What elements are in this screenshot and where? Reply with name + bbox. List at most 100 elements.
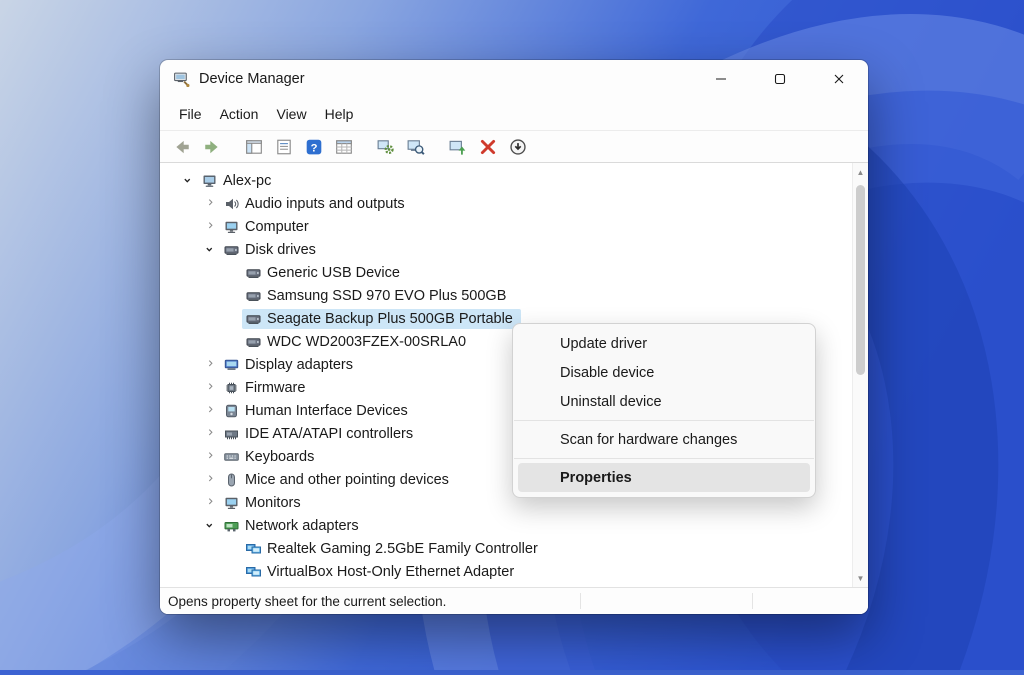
audio-icon xyxy=(223,196,240,212)
monitor-icon xyxy=(223,219,240,235)
context-menu-separator xyxy=(514,420,814,421)
tree-item-label: WDC WD2003FZEX-00SRLA0 xyxy=(267,334,466,350)
tree-row[interactable]: Generic USB Device xyxy=(160,261,853,284)
tree-item[interactable]: Generic USB Device xyxy=(242,263,408,283)
tree-item[interactable]: Realtek Gaming 2.5GbE Family Controller xyxy=(242,539,546,559)
context-menu-item-disable-device[interactable]: Disable device xyxy=(518,358,810,387)
tree-row[interactable]: Realtek Gaming 2.5GbE Family Controller xyxy=(160,537,853,560)
chevron-down-icon[interactable] xyxy=(200,516,220,536)
tree-row[interactable]: VirtualBox Host-Only Ethernet Adapter xyxy=(160,560,853,583)
chevron-placeholder xyxy=(222,309,242,329)
chevron-right-icon[interactable] xyxy=(200,401,220,421)
tree-item[interactable]: Seagate Backup Plus 500GB Portable xyxy=(242,309,521,329)
maximize-button[interactable] xyxy=(750,60,809,98)
tree-item[interactable]: Mice and other pointing devices xyxy=(220,470,457,490)
chevron-right-icon[interactable] xyxy=(200,447,220,467)
menu-action[interactable]: Action xyxy=(211,102,268,126)
disable-button[interactable] xyxy=(504,134,531,159)
tree-row[interactable]: Computer xyxy=(160,215,853,238)
chevron-placeholder xyxy=(222,539,242,559)
properties-button[interactable] xyxy=(270,134,297,159)
network-icon xyxy=(223,518,240,534)
status-bar: Opens property sheet for the current sel… xyxy=(160,587,868,614)
disk-icon xyxy=(223,242,240,258)
tree-row[interactable]: Audio inputs and outputs xyxy=(160,192,853,215)
scrollbar-thumb[interactable] xyxy=(856,185,865,375)
tree-item[interactable]: Human Interface Devices xyxy=(220,401,416,421)
minimize-button[interactable] xyxy=(691,60,750,98)
menu-file[interactable]: File xyxy=(170,102,211,126)
statusbar-divider xyxy=(580,593,581,609)
tree-item[interactable]: Computer xyxy=(220,217,317,237)
tree-item-label: Samsung SSD 970 EVO Plus 500GB xyxy=(267,288,506,304)
uninstall-button[interactable] xyxy=(474,134,501,159)
back-button[interactable] xyxy=(168,134,195,159)
tree-item[interactable]: Audio inputs and outputs xyxy=(220,194,413,214)
tree-row[interactable]: Alex-pc xyxy=(160,169,853,192)
menu-bar: FileActionViewHelp xyxy=(160,98,868,131)
close-button[interactable] xyxy=(809,60,868,98)
ide-icon xyxy=(223,426,240,442)
update-driver-button[interactable] xyxy=(444,134,471,159)
help-button[interactable]: ? xyxy=(300,134,327,159)
update-driver-icon xyxy=(449,138,467,156)
tree-item-label: Keyboards xyxy=(245,449,314,465)
tree-item[interactable]: Keyboards xyxy=(220,447,322,467)
netdevice-icon xyxy=(245,564,262,580)
uninstall-icon xyxy=(479,138,497,156)
context-menu-item-scan-for-hardware-changes[interactable]: Scan for hardware changes xyxy=(518,425,810,454)
chevron-right-icon[interactable] xyxy=(200,493,220,513)
console-tree-button[interactable] xyxy=(240,134,267,159)
title-bar: Device Manager xyxy=(160,60,868,98)
settings-button[interactable] xyxy=(372,134,399,159)
tree-item[interactable]: Monitors xyxy=(220,493,309,513)
status-text: Opens property sheet for the current sel… xyxy=(168,594,446,609)
chevron-right-icon[interactable] xyxy=(200,217,220,237)
tree-item[interactable]: Display adapters xyxy=(220,355,361,375)
tree-item-label: Firmware xyxy=(245,380,305,396)
tree-row[interactable]: Network adapters xyxy=(160,514,853,537)
chevron-down-icon[interactable] xyxy=(200,240,220,260)
scroll-down-icon[interactable]: ▼ xyxy=(853,571,868,585)
window-title: Device Manager xyxy=(199,71,305,87)
tree-item[interactable]: Firmware xyxy=(220,378,313,398)
svg-text:?: ? xyxy=(310,142,317,154)
toolbar-separator xyxy=(360,131,369,162)
tree-item[interactable]: VirtualBox Host-Only Ethernet Adapter xyxy=(242,562,522,582)
tree-item-label: Mice and other pointing devices xyxy=(245,472,449,488)
device-manager-icon xyxy=(173,71,190,88)
tree-item[interactable]: Samsung SSD 970 EVO Plus 500GB xyxy=(242,286,514,306)
pc-icon xyxy=(201,173,218,189)
minimize-icon xyxy=(713,71,729,87)
toolbar-separator xyxy=(228,131,237,162)
hid-icon xyxy=(223,403,240,419)
chevron-right-icon[interactable] xyxy=(200,355,220,375)
export-list-button[interactable] xyxy=(330,134,357,159)
tree-scrollbar[interactable]: ▲ ▼ xyxy=(852,163,868,587)
tree-row[interactable]: Disk drives xyxy=(160,238,853,261)
menu-view[interactable]: View xyxy=(267,102,315,126)
monitor-icon xyxy=(223,495,240,511)
scroll-up-icon[interactable]: ▲ xyxy=(853,165,868,179)
context-menu-item-update-driver[interactable]: Update driver xyxy=(518,329,810,358)
chevron-right-icon[interactable] xyxy=(200,378,220,398)
scan-hardware-button[interactable] xyxy=(402,134,429,159)
tree-item[interactable]: WDC WD2003FZEX-00SRLA0 xyxy=(242,332,474,352)
tree-item[interactable]: Disk drives xyxy=(220,240,324,260)
chevron-right-icon[interactable] xyxy=(200,470,220,490)
tree-item-label: IDE ATA/ATAPI controllers xyxy=(245,426,413,442)
menu-help[interactable]: Help xyxy=(316,102,363,126)
tree-item[interactable]: IDE ATA/ATAPI controllers xyxy=(220,424,421,444)
forward-button[interactable] xyxy=(198,134,225,159)
tree-item-label: Monitors xyxy=(245,495,301,511)
tree-item[interactable]: Network adapters xyxy=(220,516,367,536)
context-menu-item-properties[interactable]: Properties xyxy=(518,463,810,492)
chevron-right-icon[interactable] xyxy=(200,194,220,214)
tree-row[interactable]: Samsung SSD 970 EVO Plus 500GB xyxy=(160,284,853,307)
context-menu-item-uninstall-device[interactable]: Uninstall device xyxy=(518,387,810,416)
display-icon xyxy=(223,357,240,373)
tree-item[interactable]: Alex-pc xyxy=(198,171,279,191)
chevron-down-icon[interactable] xyxy=(178,171,198,191)
chevron-right-icon[interactable] xyxy=(200,424,220,444)
netdevice-icon xyxy=(245,541,262,557)
